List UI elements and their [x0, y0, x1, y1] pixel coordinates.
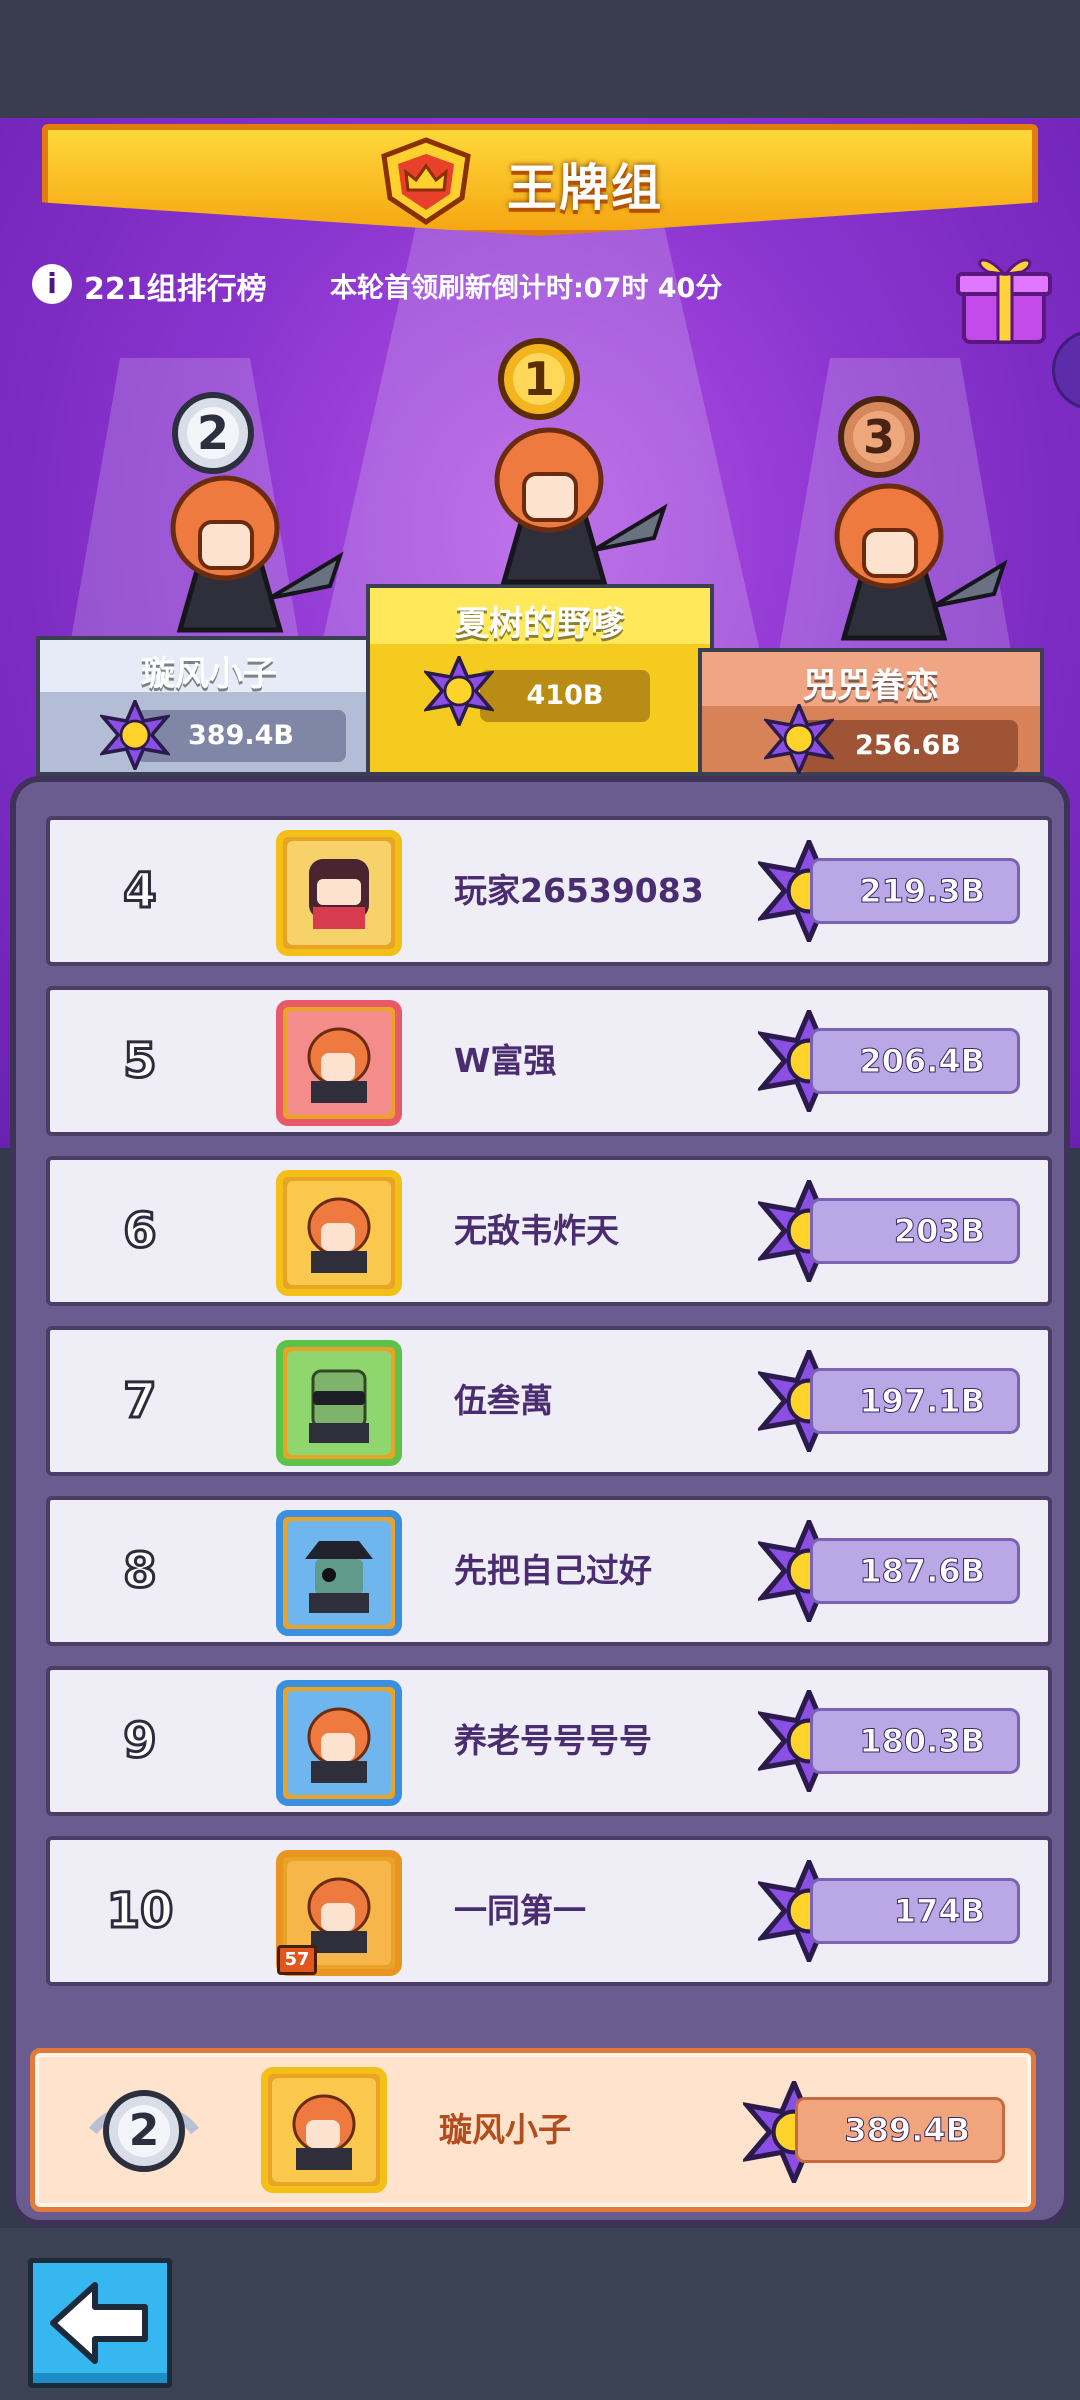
zombie-sunglasses-avatar[interactable]	[276, 1340, 402, 1466]
score-star-icon	[424, 656, 494, 726]
row-rank: 8	[122, 1542, 158, 1601]
info-icon[interactable]: i	[32, 264, 72, 304]
score-value: 203B	[810, 1198, 1020, 1264]
my-score-value: 389.4B	[795, 2097, 1005, 2163]
third-place-character	[834, 483, 1008, 641]
my-rank-row[interactable]: 2 璇风小子 389.4B	[30, 2048, 1036, 2212]
table-row[interactable]: 10 57 一同第一 174B	[46, 1836, 1052, 1986]
player-name: W富强	[454, 1041, 557, 1080]
redhead-avatar[interactable]	[276, 1170, 402, 1296]
rank-medal-icon: 3	[834, 392, 924, 482]
podium-third-rank: 3	[862, 410, 895, 464]
rank-medal-icon: 2	[168, 388, 258, 478]
page-title: 王牌组	[507, 159, 663, 217]
table-row[interactable]: 9 养老号号号号 180.3B	[46, 1666, 1052, 1816]
rank-medal-icon: 2	[89, 2081, 199, 2181]
pirate-zombie-avatar[interactable]	[276, 1510, 402, 1636]
row-rank: 9	[122, 1712, 158, 1771]
my-rank: 2	[128, 2105, 160, 2156]
redhead-avatar[interactable]	[261, 2067, 387, 2193]
podium-first-score: 410B	[480, 670, 650, 722]
table-row[interactable]: 7 伍叁萬 197.1B	[46, 1326, 1052, 1476]
group-rank-label: 221组排行榜	[84, 272, 267, 307]
status-bar-area	[0, 0, 1080, 118]
row-rank: 7	[122, 1372, 158, 1431]
table-row[interactable]: 6 无敌韦炸天 203B	[46, 1156, 1052, 1306]
first-place-character	[494, 427, 668, 585]
my-player-name: 璇风小子	[439, 2110, 571, 2149]
table-row[interactable]: 8 先把自己过好 187.6B	[46, 1496, 1052, 1646]
podium-first: 夏树的野嗲 410B	[366, 584, 714, 776]
row-rank: 5	[122, 1032, 158, 1091]
score-value: 197.1B	[810, 1368, 1020, 1434]
second-place-character	[170, 475, 344, 633]
table-row[interactable]: 4 玩家26539083 219.3B	[46, 816, 1052, 966]
back-button[interactable]	[28, 2258, 172, 2388]
player-name: 伍叁萬	[454, 1381, 553, 1420]
avatar-level-badge: 57	[277, 1945, 317, 1975]
podium-third-name: 兕兕眷恋	[803, 666, 939, 706]
redhead-avatar[interactable]	[276, 1680, 402, 1806]
player-name: 无敌韦炸天	[454, 1211, 619, 1250]
leaderboard-screen: 王牌组 i 221组排行榜 本轮首领刷新倒计时:07时 40分 璇风小子 389…	[0, 0, 1080, 2400]
row-rank: 6	[122, 1202, 158, 1261]
podium-third: 兕兕眷恋 256.6B	[698, 648, 1044, 776]
table-row[interactable]: 5 W富强 206.4B	[46, 986, 1052, 1136]
row-rank: 10	[105, 1882, 175, 1941]
podium-first-rank: 1	[522, 352, 555, 406]
score-star-icon	[764, 704, 834, 774]
player-name: 一同第一	[454, 1891, 586, 1930]
podium-second: 璇风小子 389.4B	[36, 636, 382, 776]
score-star-icon	[100, 700, 170, 770]
info-row: i 221组排行榜 本轮首领刷新倒计时:07时 40分	[30, 262, 1080, 307]
refresh-countdown: 本轮首领刷新倒计时:07时 40分	[330, 273, 723, 304]
player-name: 玩家26539083	[454, 871, 704, 910]
score-value: 219.3B	[810, 858, 1020, 924]
player-name: 先把自己过好	[454, 1551, 652, 1590]
score-value: 174B	[810, 1878, 1020, 1944]
score-value: 180.3B	[810, 1708, 1020, 1774]
podium-second-rank: 2	[196, 406, 229, 460]
gift-box-icon[interactable]	[954, 248, 1054, 348]
back-arrow-icon	[50, 2282, 148, 2364]
ranking-list-panel[interactable]: 4 玩家26539083 219.3B 5 W富强 206.4B 6 无敌韦炸天	[10, 776, 1070, 2226]
podium-first-name: 夏树的野嗲	[455, 604, 625, 644]
redhead-avatar[interactable]: 57	[276, 1850, 402, 1976]
podium-second-name: 璇风小子	[141, 654, 277, 694]
row-rank: 4	[122, 862, 158, 921]
player-name: 养老号号号号	[454, 1721, 652, 1760]
rank-medal-icon: 1	[494, 334, 584, 424]
score-value: 187.6B	[810, 1538, 1020, 1604]
redhead-avatar[interactable]	[276, 1000, 402, 1126]
ninja-girl-avatar[interactable]	[276, 830, 402, 956]
score-value: 206.4B	[810, 1028, 1020, 1094]
